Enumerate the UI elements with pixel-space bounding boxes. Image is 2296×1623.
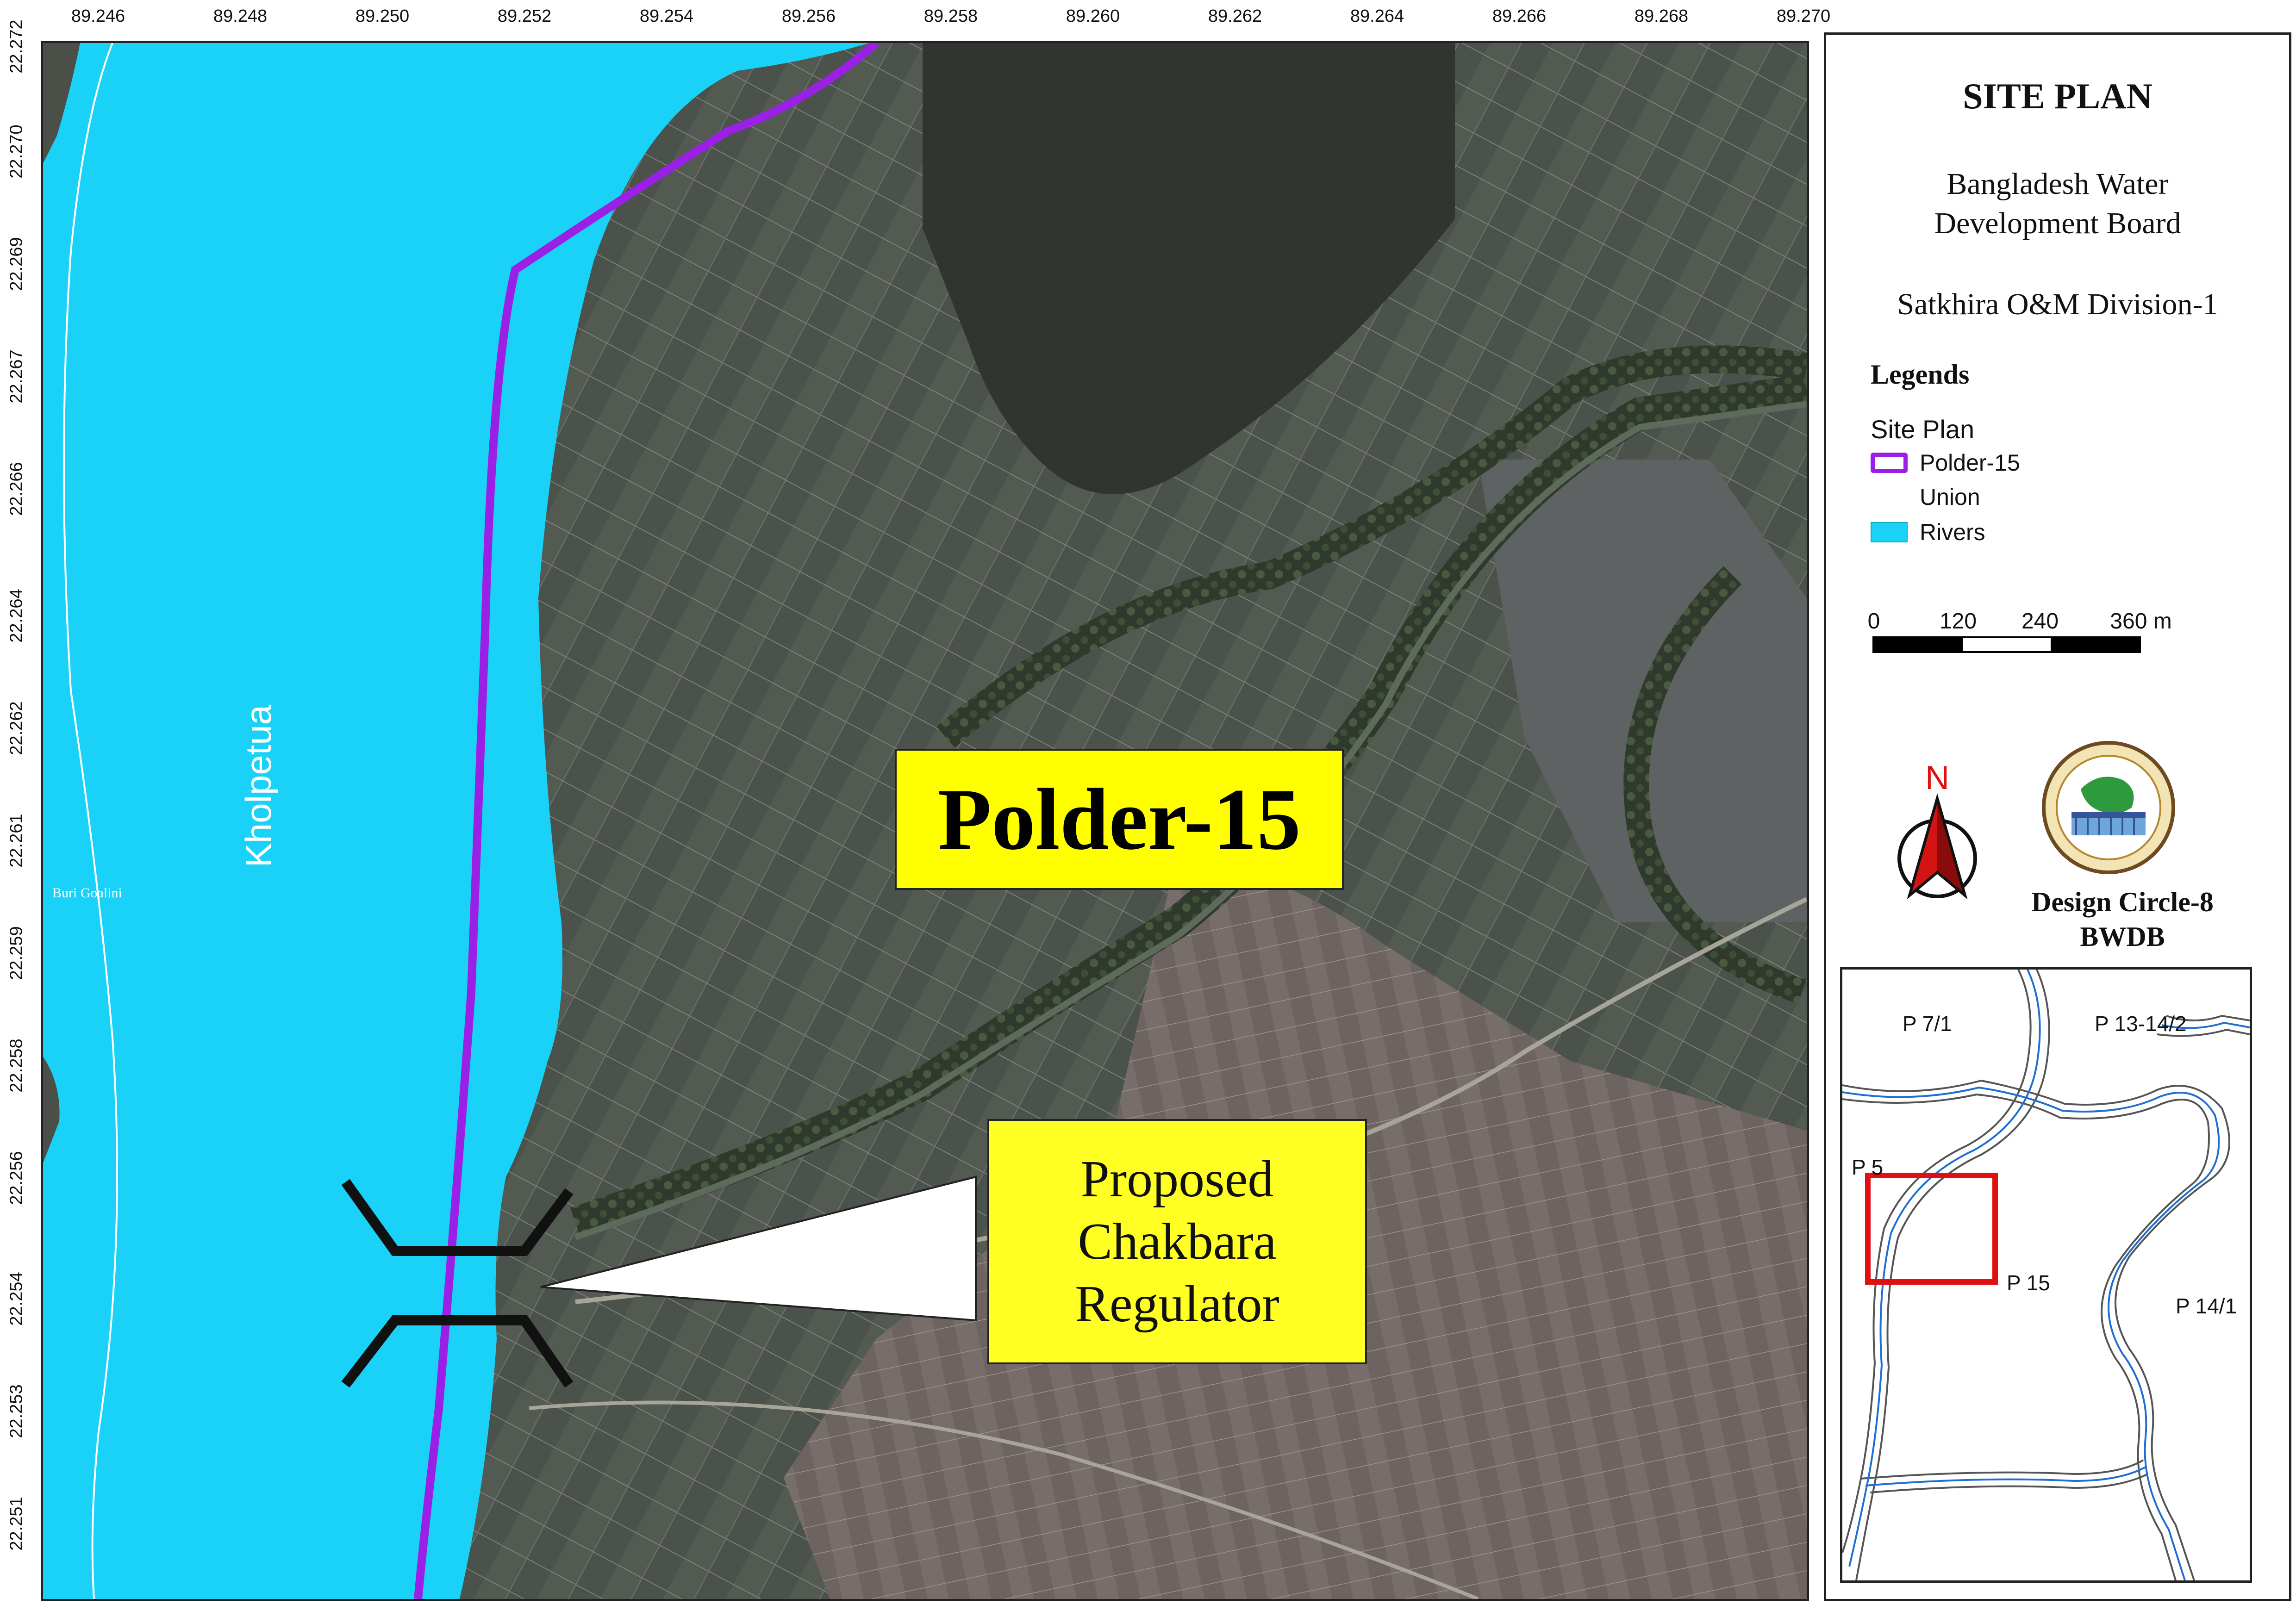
legend-item-union: Union [1871, 484, 1980, 510]
design-circle-label: Design Circle-8 [2031, 887, 2214, 917]
regulator-callout: Proposed Chakbara Regulator [987, 1119, 1367, 1364]
x-tick: 89.270 [1776, 6, 1831, 26]
y-tick: 22.256 [6, 1150, 26, 1205]
village-name-label: Buri Goalini [52, 885, 122, 901]
x-tick: 89.268 [1634, 6, 1689, 26]
bwdb-label: BWDB [2080, 921, 2165, 952]
north-label: N [1925, 759, 1949, 796]
y-tick: 22.264 [6, 588, 26, 643]
y-tick: 22.258 [6, 1038, 26, 1093]
polder-swatch-icon [1871, 453, 1908, 473]
locator-inset-map: P 7/1 P 13-14/2 P 5 P 15 P 14/1 [1840, 967, 2252, 1583]
x-tick: 89.262 [1208, 6, 1262, 26]
y-tick: 22.269 [6, 236, 26, 291]
x-tick: 89.254 [639, 6, 694, 26]
x-tick: 89.260 [1066, 6, 1120, 26]
x-tick: 89.258 [923, 6, 978, 26]
y-tick: 22.262 [6, 701, 26, 755]
legend-group-title: Site Plan [1871, 415, 1975, 444]
x-tick: 89.248 [213, 6, 268, 26]
org-name-line1: Bangladesh Water [1947, 167, 2169, 201]
polder-location-frame [1865, 1173, 1998, 1285]
legends-heading: Legends [1871, 359, 1970, 390]
north-arrow-icon: N [1897, 759, 1977, 900]
division-name: Satkhira O&M Division-1 [1897, 287, 2218, 321]
inset-label: P 15 [2007, 1271, 2050, 1295]
inset-label: P 7/1 [1903, 1012, 1952, 1036]
org-name-line2: Development Board [1934, 206, 2181, 240]
y-tick: 22.266 [6, 461, 26, 516]
bwdb-emblem-icon [2042, 741, 2175, 874]
scale-label: 120 [1939, 609, 1977, 634]
satellite-map[interactable]: Kholpetua Buri Goalini Polder-15 Propose… [41, 41, 1809, 1601]
polder-label-box: Polder-15 [895, 749, 1344, 890]
y-tick: 22.272 [6, 19, 26, 74]
inset-label: P 14/1 [2176, 1294, 2237, 1318]
scale-label: 240 [2021, 609, 2059, 634]
y-tick: 22.267 [6, 349, 26, 404]
inset-label: P 5 [1852, 1155, 1884, 1179]
x-tick: 89.252 [497, 6, 552, 26]
legend-item-rivers: Rivers [1871, 519, 1985, 546]
y-tick: 22.253 [6, 1384, 26, 1438]
x-tick: 89.266 [1492, 6, 1547, 26]
legend-item-polder: Polder-15 [1871, 449, 2020, 476]
panel-title: SITE PLAN [1963, 76, 2152, 116]
rivers-swatch-icon [1871, 522, 1908, 542]
scale-label: 0 [1867, 609, 1880, 634]
y-tick: 22.270 [6, 124, 26, 179]
scale-bar [1872, 636, 2141, 653]
x-tick: 89.246 [71, 6, 125, 26]
x-tick: 89.250 [355, 6, 410, 26]
regulator-line: Regulator [1075, 1275, 1279, 1333]
polder-label: Polder-15 [937, 771, 1301, 868]
regulator-line: Chakbara [1078, 1213, 1277, 1270]
legend-panel: SITE PLAN Bangladesh Water Development B… [1824, 32, 2291, 1601]
union-swatch-icon [1871, 487, 1908, 507]
x-tick: 89.256 [781, 6, 836, 26]
y-tick: 22.259 [6, 926, 26, 980]
y-tick: 22.254 [6, 1271, 26, 1326]
y-tick: 22.261 [6, 813, 26, 868]
y-tick: 22.251 [6, 1496, 26, 1551]
river-name-label: Kholpetua [238, 704, 279, 868]
scale-label: 360 m [2110, 609, 2172, 634]
x-tick: 89.264 [1350, 6, 1404, 26]
regulator-line: Proposed [1080, 1150, 1274, 1208]
inset-label: P 13-14/2 [2095, 1012, 2187, 1036]
